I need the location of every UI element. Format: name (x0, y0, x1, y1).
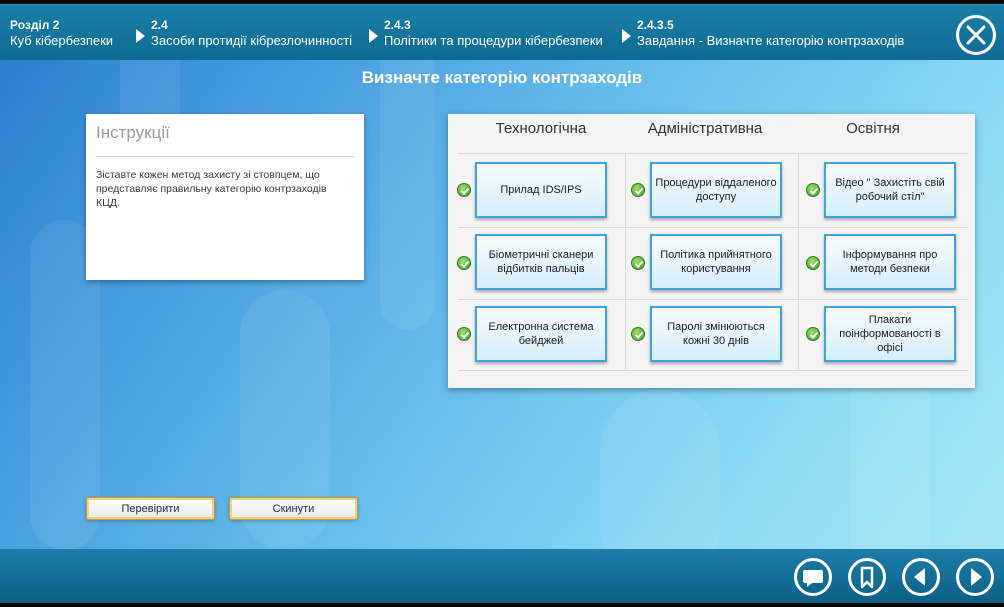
check-icon (806, 327, 820, 341)
instructions-text: Зіставте кожен метод захисту зі стовпцем… (96, 169, 327, 209)
check-icon (457, 183, 471, 197)
breadcrumb-label: Завдання - Визначте категорію контрзаход… (637, 33, 905, 48)
footer-bar (0, 549, 1004, 603)
divider (798, 153, 799, 370)
previous-button[interactable] (902, 558, 940, 596)
arrow-right-icon (136, 29, 145, 43)
breadcrumb-section[interactable]: 2.4 Засоби протидії кібрезлочинності (151, 17, 352, 49)
countermeasure-tile[interactable]: Прилад IDS/IPS (475, 162, 607, 218)
bottom-edge (0, 603, 1004, 607)
check-icon (457, 327, 471, 341)
breadcrumb-number: 2.4.3 (384, 18, 411, 32)
check-icon (806, 256, 820, 270)
divider (458, 227, 968, 228)
instructions-panel: Інструкції Зіставте кожен метод захисту … (86, 114, 364, 280)
divider (625, 153, 626, 370)
countermeasure-tile[interactable]: Політика прийнятного користування (650, 234, 782, 290)
background-decoration (850, 360, 930, 549)
countermeasure-tile[interactable]: Відео " Захистіть свій робочий стіл" (824, 162, 956, 218)
breadcrumb-subsection[interactable]: 2.4.3 Політики та процедури кібербезпеки (384, 17, 603, 49)
countermeasure-tile[interactable]: Біометричні сканери відбитків пальців (475, 234, 607, 290)
breadcrumb-label: Політики та процедури кібербезпеки (384, 33, 603, 48)
breadcrumb-number: 2.4.3.5 (637, 18, 674, 32)
check-icon (631, 327, 645, 341)
arrow-right-icon (369, 29, 378, 43)
background-decoration (600, 390, 720, 549)
previous-icon (914, 568, 925, 586)
bookmark-button[interactable] (848, 558, 886, 596)
categories-board: Технологічна Адміністративна Освітня При… (448, 114, 975, 388)
arrow-right-icon (622, 29, 631, 43)
page-title: Визначте категорію контрзаходів (361, 68, 643, 87)
next-button[interactable] (956, 558, 994, 596)
breadcrumb-chapter[interactable]: Розділ 2 Куб кібербезпеки (10, 17, 113, 49)
countermeasure-tile[interactable]: Паролі змінюються кожні 30 днів (650, 306, 782, 362)
comment-button[interactable] (794, 558, 832, 596)
breadcrumb-current: 2.4.3.5 Завдання - Визначте категорію ко… (637, 17, 904, 49)
check-icon (457, 256, 471, 270)
next-icon (971, 568, 982, 586)
countermeasure-tile[interactable]: Плакати поінформованості в офісі (824, 306, 956, 362)
column-header-technological: Технологічна (495, 120, 587, 137)
reset-button[interactable]: Скинути (229, 497, 358, 520)
app-window: Розділ 2 Куб кібербезпеки 2.4 Засоби про… (0, 0, 1004, 607)
check-button[interactable]: Перевірити (86, 497, 215, 520)
check-icon (631, 256, 645, 270)
countermeasure-tile[interactable]: Інформування про методи безпеки (824, 234, 956, 290)
check-icon (806, 183, 820, 197)
divider (458, 370, 968, 371)
check-icon (631, 183, 645, 197)
activity-stage: Визначте категорію контрзаходів Інструкц… (0, 60, 1004, 549)
column-header-educational: Освітня (846, 120, 900, 137)
comment-icon (803, 570, 823, 587)
column-header-administrative: Адміністративна (647, 120, 763, 137)
breadcrumb-number: Розділ 2 (10, 18, 60, 32)
divider (458, 153, 968, 154)
breadcrumb-number: 2.4 (151, 18, 168, 32)
divider (96, 156, 354, 157)
breadcrumb-label: Куб кібербезпеки (10, 33, 114, 48)
countermeasure-tile[interactable]: Процедури віддаленого доступу (650, 162, 782, 218)
breadcrumb-label: Засоби протидії кібрезлочинності (151, 33, 353, 48)
bookmark-icon (860, 566, 874, 589)
divider (458, 299, 968, 300)
close-button[interactable] (956, 15, 996, 55)
instructions-title: Інструкції (96, 123, 170, 142)
countermeasure-tile[interactable]: Електронна система бейджей (475, 306, 607, 362)
background-decoration (380, 60, 435, 330)
close-icon (966, 25, 986, 45)
header-bar: Розділ 2 Куб кібербезпеки 2.4 Засоби про… (0, 4, 1004, 60)
